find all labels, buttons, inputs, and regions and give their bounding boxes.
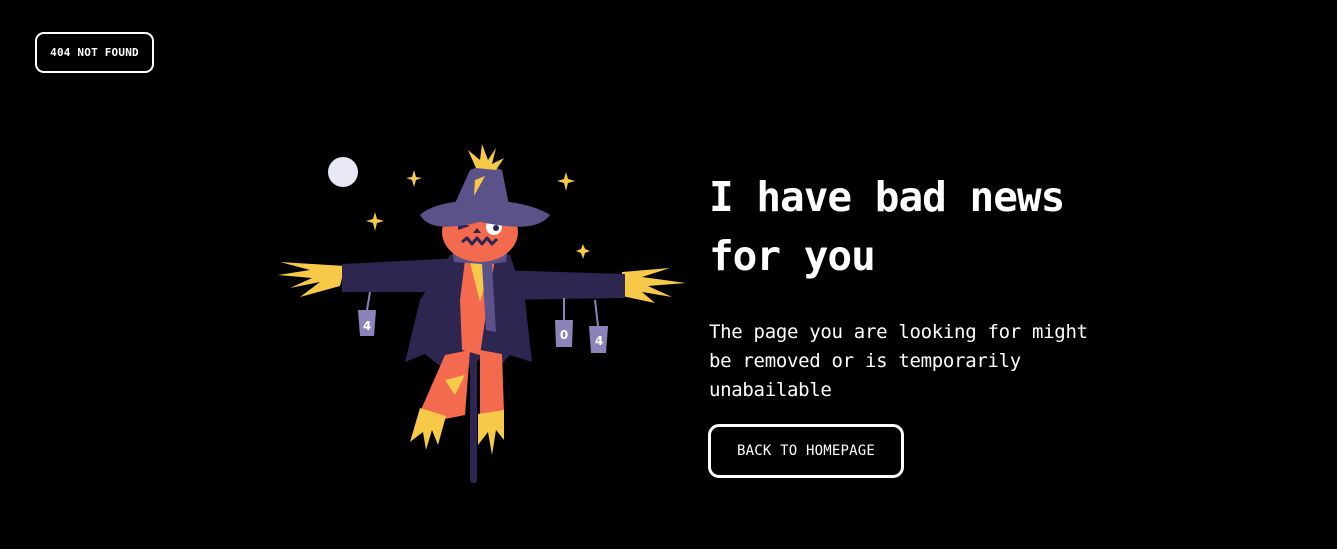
scarecrow-hat-crown [452, 164, 510, 210]
right-leg [480, 350, 504, 418]
can-label-4: 4 [363, 319, 371, 333]
left-straw-hand [278, 262, 345, 297]
moon-icon [328, 157, 358, 187]
right-foot-straw [478, 410, 504, 455]
not-found-badge: 404 NOT FOUND [35, 32, 154, 73]
error-message: The page you are looking for might be re… [709, 321, 1088, 401]
left-leg [420, 350, 470, 420]
hat-straw [468, 144, 504, 170]
back-to-homepage-button[interactable]: BACK TO HOMEPAGE [708, 424, 904, 478]
can-label-0: 0 [560, 328, 568, 342]
page-headline: I have bad news for you [709, 173, 1065, 280]
scarecrow-illustration: 4 0 4 [278, 144, 686, 483]
right-straw-hand [622, 268, 686, 303]
can-label-4b: 4 [595, 334, 603, 348]
